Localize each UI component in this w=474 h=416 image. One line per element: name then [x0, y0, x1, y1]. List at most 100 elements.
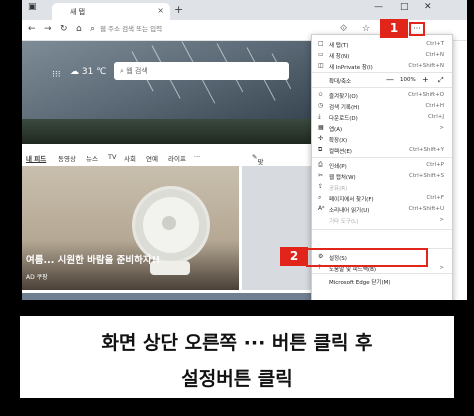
- tab-tv[interactable]: TV: [108, 153, 116, 161]
- zoom-level: 100%: [400, 77, 416, 83]
- menu-divider: [312, 157, 452, 158]
- menu-item-new-window[interactable]: ▭ 새 창(N) Ctrl+N: [312, 50, 452, 61]
- menu-item-item15: 기타 도구(L) >: [312, 215, 452, 226]
- search-icon: ⌕: [90, 24, 96, 34]
- treeline: [22, 119, 312, 144]
- zoom-icon: [318, 76, 326, 84]
- zoom-out-button[interactable]: —: [386, 75, 394, 84]
- tab-actions-icon[interactable]: ▣: [28, 2, 37, 12]
- web-search-placeholder: 웹 검색: [126, 67, 148, 75]
- menu-divider: [312, 87, 452, 88]
- menu-item-shortcut: >: [439, 265, 444, 271]
- menu-item-label: 웹 캡처(W): [329, 175, 356, 181]
- tab-video[interactable]: 동영상: [58, 153, 76, 163]
- side-card[interactable]: [242, 166, 312, 290]
- read-aloud-icon: Aᵃ: [318, 205, 325, 212]
- menu-item-shortcut: Ctrl+Shift+N: [408, 63, 444, 69]
- read-aloud-icon[interactable]: ⟐: [340, 24, 347, 34]
- menu-item-shortcut: Ctrl+Shift+Y: [409, 147, 444, 153]
- menu-item-label: 소리내어 읽기(U): [329, 208, 370, 214]
- menu-item-shortcut: >: [439, 125, 444, 131]
- menu-item-shortcut: Ctrl+Shift+O: [408, 92, 444, 98]
- tab-society[interactable]: 사회: [124, 153, 136, 163]
- menu-item-capture[interactable]: ✂ 웹 캡처(W) Ctrl+Shift+S: [312, 171, 452, 182]
- step-badge-1: 1: [380, 19, 408, 38]
- fullscreen-icon[interactable]: ⤢: [438, 76, 444, 85]
- step-badge-2: 2: [280, 247, 308, 266]
- news-card[interactable]: 여름... 시원한 바람을 준비하자!! AD 쿠팡: [22, 166, 239, 290]
- menu-item-label: 새 InPrivate 창(I): [329, 65, 373, 71]
- weather-widget[interactable]: ☁ 31 ℃: [70, 67, 106, 77]
- close-window-button[interactable]: ✕: [424, 2, 432, 12]
- frame: ▣ 새 탭 × + — □ ✕ ← → ↻ ⌂ ⌕ 웹 주소 검색 또는 입력 …: [0, 0, 474, 416]
- star-icon: ✩: [318, 91, 324, 98]
- menu-item-download[interactable]: ⤓ 다운로드(D) Ctrl+J: [312, 112, 452, 123]
- maximize-button[interactable]: □: [400, 2, 409, 12]
- menu-item-label: 다운로드(D): [329, 116, 358, 122]
- menu-item-label: 검색 기록(H): [329, 105, 360, 111]
- inprivate-icon: ◫: [318, 62, 324, 69]
- menu-item-extensions[interactable]: ✣ 확장(X): [312, 134, 452, 145]
- menu-item-label: 확장(X): [329, 138, 348, 144]
- web-search-input[interactable]: ⌕ 웹 검색: [114, 62, 289, 80]
- refresh-icon[interactable]: ↻: [60, 24, 68, 34]
- print-icon: ⎙: [318, 161, 323, 168]
- menu-item-label: 확대/축소: [329, 79, 352, 85]
- apps-grid-icon[interactable]: ⁝⁝⁝: [52, 70, 61, 80]
- home-icon[interactable]: ⌂: [76, 24, 82, 34]
- menu-item-history[interactable]: ◷ 검색 기록(H) Ctrl+H: [312, 101, 452, 112]
- collections-icon: ⧉: [318, 146, 323, 153]
- tab-title: 새 탭: [70, 8, 86, 16]
- menu-item-find[interactable]: ⌕ 페이지에서 찾기(F) Ctrl+F: [312, 193, 452, 204]
- new-tab-button[interactable]: +: [174, 3, 183, 16]
- extensions-icon: ✣: [318, 135, 324, 142]
- menu-item-read-aloud[interactable]: Aᵃ 소리내어 읽기(U) Ctrl+Shift+U: [312, 204, 452, 215]
- tab-more[interactable]: ···: [194, 153, 200, 161]
- menu-item-item18[interactable]: Microsoft Edge 닫기(M): [312, 276, 452, 287]
- menu-item-label: 컬렉션(E): [329, 149, 352, 155]
- menu-item-collections[interactable]: ⧉ 컬렉션(E) Ctrl+Shift+Y: [312, 145, 452, 156]
- menu-item-zoom[interactable]: 확대/축소 — 100% + ⤢: [312, 75, 452, 86]
- menu-item-star[interactable]: ✩ 즐겨찾기(O) Ctrl+Shift+O: [312, 90, 452, 101]
- menu-item-label: 앱(A): [329, 127, 343, 133]
- capture-icon: ✂: [318, 172, 324, 179]
- tab-news[interactable]: 뉴스: [86, 153, 98, 163]
- menu-divider: [312, 229, 452, 230]
- card-headline: 여름... 시원한 바람을 준비하자!!: [26, 255, 161, 266]
- favorites-icon[interactable]: ☆: [362, 24, 370, 34]
- menu-item-label: 새 창(N): [329, 54, 350, 60]
- new-window-icon: ▭: [318, 51, 324, 58]
- menu-item-new-tab[interactable]: □ 새 탭(T) Ctrl+T: [312, 39, 452, 50]
- menu-item-shortcut: Ctrl+J: [427, 114, 444, 120]
- forward-icon[interactable]: →: [44, 24, 52, 34]
- menu-item-shortcut: Ctrl+N: [425, 52, 444, 58]
- menu-item-shortcut: Ctrl+T: [426, 41, 444, 47]
- menu-item-shortcut: Ctrl+F: [426, 195, 444, 201]
- menu-item-print[interactable]: ⎙ 인쇄(P) Ctrl+P: [312, 160, 452, 171]
- menu-item-shortcut: Ctrl+P: [426, 162, 444, 168]
- download-icon: ⤓: [318, 113, 321, 120]
- settings-and-more-button[interactable]: ···: [409, 22, 425, 36]
- tab-new[interactable]: 새 탭 ×: [52, 3, 170, 20]
- news-tabs: 내 피드 동영상 뉴스 TV 사회 연예 라이프 ··· ✎ 맞춤뉴스 설정: [22, 150, 312, 216]
- caption-box: 화면 상단 오른쪽 ··· 버튼 클릭 후 설정버튼 클릭: [16, 312, 458, 402]
- settings-highlight: [306, 248, 428, 267]
- menu-item-apps[interactable]: ▦ 앱(A) >: [312, 123, 452, 134]
- menu-item-shortcut: Ctrl+Shift+U: [408, 206, 444, 212]
- tab-life[interactable]: 라이프: [168, 153, 186, 163]
- close-icon[interactable]: ×: [157, 6, 164, 15]
- more-cards: [22, 293, 312, 300]
- address-input[interactable]: 웹 주소 검색 또는 입력: [100, 23, 260, 36]
- back-icon[interactable]: ←: [28, 24, 36, 34]
- caption-line-1: 화면 상단 오른쪽 ··· 버튼 클릭 후: [101, 332, 373, 354]
- menu-item-label: 공유(R): [329, 186, 348, 192]
- personalize-button[interactable]: ✎ 맞춤뉴스 설정: [252, 153, 263, 216]
- tab-entertainment[interactable]: 연예: [146, 153, 158, 163]
- fan-hub: [162, 216, 176, 230]
- menu-item-inprivate[interactable]: ◫ 새 InPrivate 창(I) Ctrl+Shift+N: [312, 61, 452, 72]
- zoom-in-button[interactable]: +: [422, 75, 429, 84]
- apps-icon: ▦: [318, 124, 324, 131]
- minimize-button[interactable]: —: [374, 2, 383, 12]
- menu-item-share: ⇪ 공유(R): [312, 182, 452, 193]
- tab-my-feed[interactable]: 내 피드: [26, 153, 46, 163]
